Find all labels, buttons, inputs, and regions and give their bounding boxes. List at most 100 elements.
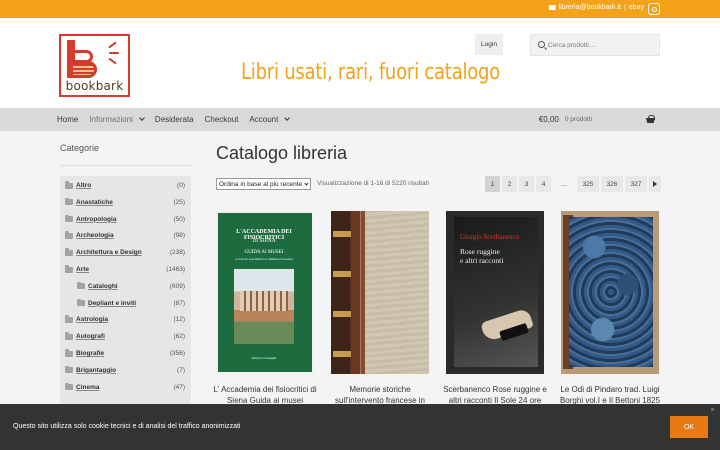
next-page-icon[interactable] [649, 176, 661, 192]
folder-icon [77, 281, 85, 290]
category-item[interactable]: Depliant e inviti (87) [60, 295, 191, 312]
page-link[interactable]: 326 [601, 176, 623, 192]
top-bar: libreria@bookbark.it | ebay [0, 0, 720, 18]
product-title[interactable]: Scerbanenco Rose ruggine e altri raccont… [442, 384, 548, 406]
cover-text: a cura di Luca Roberto e Barbara Foresti… [235, 257, 293, 261]
content-area: Categorie Altro (0) Anastatiche (25) Antropo… [0, 131, 720, 450]
category-item[interactable]: Antropologia (50) [60, 211, 191, 228]
page-link[interactable]: 327 [625, 176, 647, 192]
folder-icon [65, 181, 73, 189]
page-link[interactable]: 4 [536, 176, 551, 192]
category-name[interactable]: Architettura e Design [76, 249, 142, 256]
search-icon [538, 41, 545, 48]
cookie-ok-button[interactable]: OK [670, 416, 708, 438]
category-item[interactable]: Archeologia (98) [60, 227, 191, 244]
category-name[interactable]: Altro [76, 182, 91, 189]
basket-icon [646, 115, 655, 123]
folder-icon [65, 248, 73, 256]
category-count: (47) [173, 383, 185, 391]
cookie-message: Questo sito utilizza solo cookie tecnici… [13, 423, 241, 430]
folder-icon [65, 365, 73, 374]
folder-icon [77, 298, 85, 307]
contact-links: libreria@bookbark.it | ebay [548, 4, 644, 11]
results-count: Visualizzazione di 1-16 di 5220 risultat… [317, 180, 429, 187]
page-link[interactable]: 3 [519, 176, 534, 192]
category-name[interactable]: Anastatiche [76, 199, 113, 206]
nav-item-desiderata[interactable]: Desiderata [155, 115, 194, 124]
product-image[interactable]: L'ACCADEMIA DEI FISIOCRITICI DI SIENA GU… [216, 211, 314, 374]
chevron-down-icon [284, 115, 291, 121]
product-image[interactable] [561, 211, 659, 374]
logo-rays [106, 41, 120, 65]
sort-selected-value: Ordina in base al più recente [219, 180, 303, 188]
category-item[interactable]: Cinema (47) [60, 379, 191, 396]
folder-icon [65, 231, 73, 239]
category-count: (1463) [166, 266, 185, 273]
nav-item-account[interactable]: Account [249, 115, 291, 124]
cover-text: GUIDA AI MUSEI [244, 250, 284, 255]
category-name[interactable]: Autografi [76, 333, 105, 340]
nav-item-informazioni[interactable]: Informazioni [89, 115, 145, 124]
mini-cart[interactable]: €0,00 0 prodotti [539, 115, 655, 124]
category-item[interactable]: Biografie (356) [60, 345, 191, 362]
category-count: (0) [177, 182, 185, 189]
category-item[interactable]: Altro (0) [60, 177, 191, 194]
category-name[interactable]: Cataloghi [88, 283, 118, 290]
page-link[interactable]: 1 [485, 176, 500, 192]
close-icon[interactable]: × [709, 407, 716, 414]
product-image[interactable] [331, 211, 429, 374]
nav-item-home[interactable]: Home [57, 115, 78, 124]
category-item[interactable]: Astrologia (12) [60, 311, 191, 328]
category-name[interactable]: Brigantaggio [76, 367, 116, 374]
topbar-separator: | [623, 4, 626, 11]
search-box [530, 34, 660, 56]
pagination-ellipsis: … [560, 180, 568, 188]
category-count: (356) [169, 350, 185, 357]
chevron-down-icon [139, 115, 145, 121]
category-name[interactable]: Biografie [76, 350, 104, 357]
category-count: (87) [173, 299, 185, 307]
category-count: (50) [173, 215, 185, 223]
category-item[interactable]: Brigantaggio (7) [60, 362, 191, 379]
category-name[interactable]: Depliant e inviti [88, 300, 136, 307]
mail-icon [548, 5, 556, 10]
product-title[interactable]: Memorie storiche sull'intervento frances… [327, 384, 433, 406]
nav-item-checkout[interactable]: Checkout [205, 115, 239, 124]
cover-text: DI SIENA [252, 238, 276, 244]
folder-icon [65, 315, 73, 323]
folder-icon [65, 382, 73, 391]
site-logo[interactable]: bookbark [59, 34, 130, 97]
category-count: (98) [173, 232, 185, 240]
category-item[interactable]: Cataloghi (609) [60, 278, 191, 295]
category-count: (238) [169, 249, 185, 257]
sort-select[interactable]: Ordina in base al più recente [216, 178, 311, 190]
cover-text: Rose ruggine e altri racconti [460, 247, 504, 265]
category-item[interactable]: Autografi (62) [60, 328, 191, 345]
category-name[interactable]: Archeologia [76, 232, 114, 239]
category-count: (7) [177, 366, 185, 374]
category-name[interactable]: Arte [76, 266, 89, 273]
ebay-link[interactable]: ebay [629, 4, 644, 11]
instagram-icon[interactable] [648, 3, 660, 15]
cart-total: €0,00 [538, 115, 559, 124]
page-link[interactable]: 2 [502, 176, 517, 192]
pagination: 1 2 3 4 … 325 326 327 [485, 176, 661, 192]
cover-photo [234, 269, 294, 344]
category-item[interactable]: Anastatiche (25) [60, 194, 191, 211]
product-title[interactable]: L' Accademia dei fisiocritici di Siena G… [212, 384, 318, 406]
category-name[interactable]: Cinema [76, 384, 99, 391]
category-name[interactable]: Astrologia [76, 316, 108, 323]
category-name[interactable]: Antropologia [76, 216, 116, 223]
page-link[interactable]: 325 [577, 176, 599, 192]
site-header: bookbark Libri usati, rari, fuori catalo… [0, 18, 720, 108]
email-link[interactable]: libreria@bookbark.it [559, 4, 621, 11]
product-title[interactable]: Le Odi di Pindaro trad. Luigi Borghi vol… [557, 384, 663, 406]
search-input[interactable] [548, 38, 656, 53]
category-item[interactable]: Architettura e Design (238) [60, 244, 191, 261]
folder-icon [65, 265, 73, 273]
product-image[interactable]: Giorgio Scerbanenco Rose ruggine e altri … [446, 211, 544, 374]
category-item[interactable]: Arte (1463) [60, 261, 191, 278]
folder-icon [65, 349, 73, 357]
login-button[interactable]: Login [475, 34, 503, 55]
page-title: Catalogo libreria [216, 143, 348, 163]
